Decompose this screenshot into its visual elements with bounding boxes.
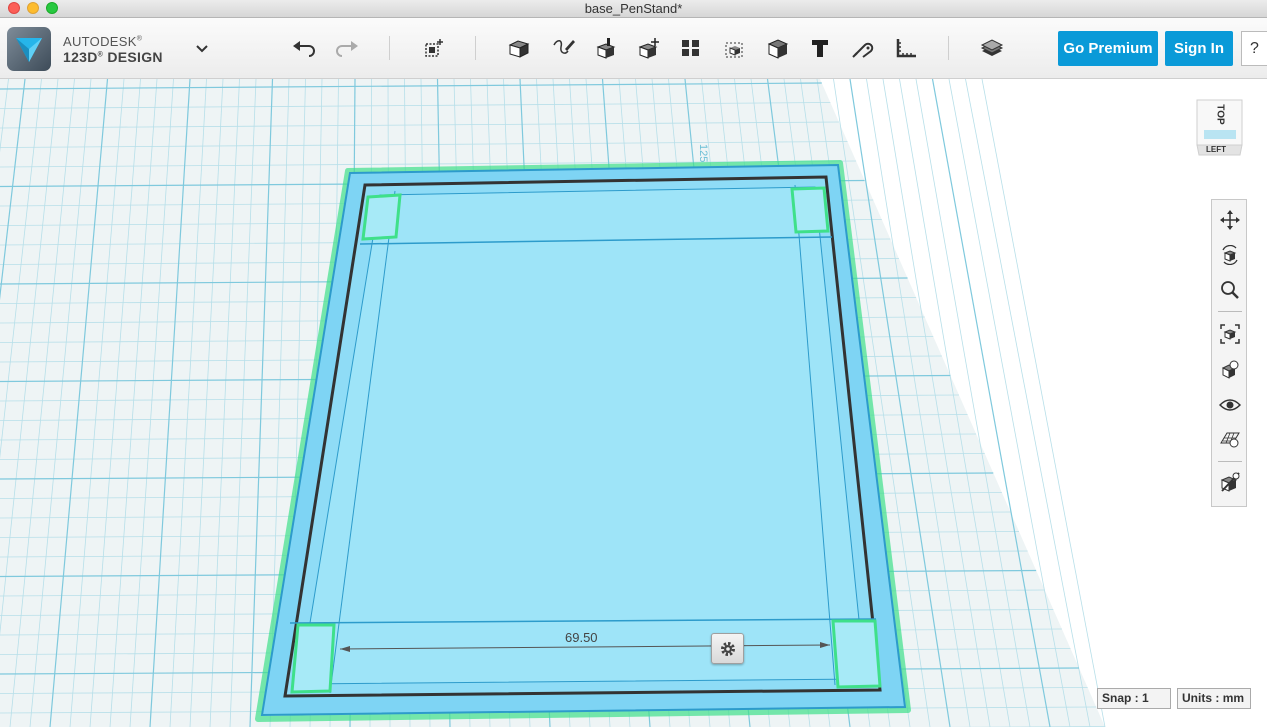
grid-material-icon[interactable] [1216, 425, 1244, 453]
corner-post[interactable] [790, 186, 830, 234]
3d-viewport[interactable]: 125 [0, 79, 1267, 727]
corner-post[interactable] [831, 619, 882, 689]
navigation-bar [1211, 199, 1247, 507]
toolbar-divider [475, 36, 476, 60]
sketch-icon[interactable] [549, 33, 577, 63]
hide-objects-icon[interactable] [1216, 468, 1244, 496]
base-floor [299, 186, 866, 685]
modify-icon[interactable] [635, 33, 663, 63]
layers-material-icon[interactable] [978, 33, 1006, 63]
zoom-icon[interactable] [1216, 276, 1244, 304]
snap-icon[interactable] [849, 33, 877, 63]
window-title: base_PenStand* [584, 1, 683, 16]
box-primitive-icon[interactable] [505, 33, 533, 63]
corner-post[interactable] [290, 623, 336, 694]
view-mode-icon[interactable] [1216, 356, 1244, 384]
text-icon[interactable] [806, 33, 834, 63]
grouping-icon[interactable] [721, 33, 749, 63]
view-cube[interactable]: TOP LEFT [1194, 97, 1246, 157]
visibility-icon[interactable] [1216, 391, 1244, 419]
sign-in-button[interactable]: Sign In [1165, 31, 1233, 66]
main-toolbar: AUTODESK® 123D® DESIGN Go Premium Sign I… [0, 18, 1267, 79]
pan-icon[interactable] [1216, 206, 1244, 234]
orbit-icon[interactable] [1216, 241, 1244, 269]
toolbar-divider [389, 36, 390, 60]
pattern-icon[interactable] [677, 33, 705, 63]
combine-icon[interactable] [764, 33, 792, 63]
brand-name: AUTODESK® [63, 34, 143, 49]
dimension-label[interactable]: 69.50 [565, 630, 598, 645]
undo-icon[interactable] [291, 33, 319, 63]
view-cube-left-face[interactable]: LEFT [1206, 145, 1226, 154]
measure-icon[interactable] [892, 33, 920, 63]
go-premium-button[interactable]: Go Premium [1058, 31, 1158, 66]
primitives-icon[interactable] [420, 33, 448, 63]
construct-icon[interactable] [592, 33, 620, 63]
units-status[interactable]: Units : mm [1177, 688, 1251, 709]
help-button[interactable]: ? [1241, 31, 1267, 66]
workplane-grid[interactable]: 125 [0, 79, 1267, 727]
title-bar: base_PenStand* [0, 0, 1267, 18]
settings-gear-icon[interactable] [711, 633, 744, 664]
navbar-divider [1218, 461, 1242, 462]
fit-icon[interactable] [1216, 320, 1244, 348]
navbar-divider [1218, 311, 1242, 312]
redo-icon[interactable] [332, 33, 360, 63]
corner-post[interactable] [361, 193, 402, 241]
app-logo-icon[interactable] [7, 27, 51, 71]
app-menu-chevron-icon[interactable] [196, 41, 208, 57]
snap-status[interactable]: Snap : 1 [1097, 688, 1171, 709]
product-name: 123D® DESIGN [63, 49, 163, 65]
grid-ruler-label: 125 [697, 144, 709, 162]
toolbar-divider [948, 36, 949, 60]
view-cube-top-face[interactable]: TOP [1215, 104, 1226, 124]
